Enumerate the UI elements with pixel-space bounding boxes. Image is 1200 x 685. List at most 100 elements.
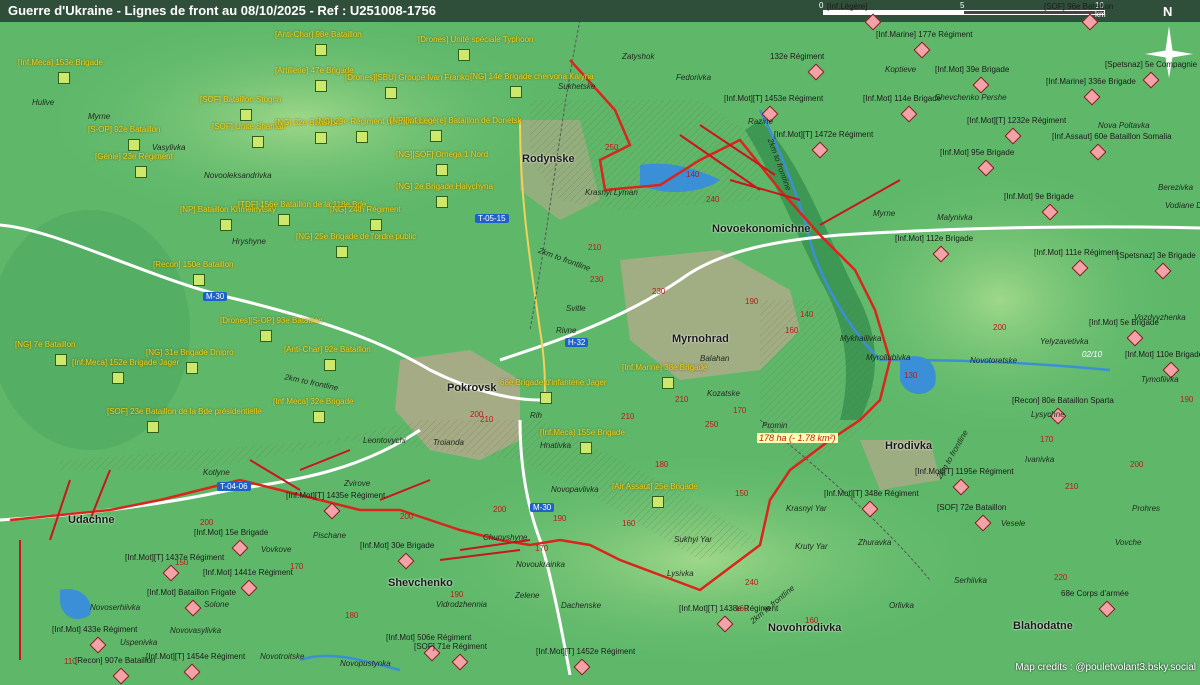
map-title: Guerre d'Ukraine - Lignes de front au 08… bbox=[8, 3, 436, 18]
town-label: Troianda bbox=[433, 438, 464, 447]
altitude-label: 140 bbox=[686, 170, 700, 179]
road-label-m30-north: M-30 bbox=[203, 292, 228, 301]
altitude-label: 180 bbox=[655, 460, 669, 469]
road-label-h32: H-32 bbox=[565, 338, 589, 347]
altitude-label: 110 bbox=[64, 657, 77, 666]
map-credits: Map credits : @pouletvolant3.bsky.social bbox=[1015, 662, 1196, 673]
ukraine-unit-label-marker[interactable] bbox=[652, 496, 664, 508]
town-label: Sukhetske bbox=[558, 82, 596, 91]
ukraine-unit-label-marker[interactable] bbox=[540, 392, 552, 404]
ukraine-unit-label-marker[interactable] bbox=[662, 377, 674, 389]
russia-unit-label: [Inf.Mot] 110e Brigade bbox=[1125, 350, 1200, 359]
town-label: Novooleksandrivka bbox=[204, 171, 272, 180]
town-label: Orlivka bbox=[889, 601, 914, 610]
town-label: Ivanivka bbox=[1025, 455, 1055, 464]
town-label: Balahan bbox=[700, 354, 730, 363]
ukraine-unit-label-marker[interactable] bbox=[370, 219, 382, 231]
city-shevchenko: Shevchenko bbox=[388, 577, 453, 589]
ukraine-unit-label-marker[interactable] bbox=[147, 421, 159, 433]
town-label: Zelene bbox=[515, 591, 540, 600]
ukraine-unit-label-marker[interactable] bbox=[315, 44, 327, 56]
town-label: Hulive bbox=[32, 98, 55, 107]
town-label: Tymofiivka bbox=[1141, 375, 1179, 384]
town-label: Novoukrainka bbox=[516, 560, 565, 569]
ukraine-unit-label-marker[interactable] bbox=[324, 359, 336, 371]
ukraine-unit-label-marker[interactable] bbox=[135, 166, 147, 178]
ukraine-unit-label-marker[interactable] bbox=[128, 139, 140, 151]
ukraine-unit-label-marker[interactable] bbox=[336, 246, 348, 258]
title-bar: Guerre d'Ukraine - Lignes de front au 08… bbox=[0, 0, 1200, 22]
ukraine-unit-label-marker[interactable] bbox=[315, 80, 327, 92]
town-label: Promin bbox=[762, 421, 788, 430]
ukraine-unit-label-marker[interactable] bbox=[58, 72, 70, 84]
altitude-label: 220 bbox=[1054, 573, 1068, 582]
ukraine-unit-label-marker[interactable] bbox=[193, 274, 205, 286]
ukraine-unit-label-marker[interactable] bbox=[458, 49, 470, 61]
ukraine-unit-label-marker[interactable] bbox=[112, 372, 124, 384]
ukraine-unit-label-marker[interactable] bbox=[260, 330, 272, 342]
altitude-label: 160 bbox=[622, 519, 636, 528]
ukraine-unit-label-marker[interactable] bbox=[313, 411, 325, 423]
russia-unit-label: [Inf.Mot] 114e Brigade bbox=[863, 94, 942, 103]
altitude-label: 170 bbox=[535, 544, 549, 553]
town-label: Vesele bbox=[1001, 519, 1026, 528]
altitude-label: 230 bbox=[652, 287, 666, 296]
ukraine-unit-label: [Inf.Meca] 152e Brigade Jager bbox=[72, 358, 180, 367]
town-label: Shevchenko Pershe bbox=[935, 93, 1007, 102]
ukraine-unit-label-marker[interactable] bbox=[315, 132, 327, 144]
city-pokrovsk: Pokrovsk bbox=[447, 382, 497, 394]
russia-unit-label: [Inf.Mot][T] 1472e Régiment bbox=[774, 130, 874, 139]
town-label: Dachenske bbox=[561, 601, 602, 610]
ukraine-unit-label: [S-OP] 92e Bataillon bbox=[88, 125, 161, 134]
road-label-m30-south: M-30 bbox=[530, 503, 555, 512]
ukraine-unit-label: [Drones] Unité spéciale Typhoon bbox=[418, 35, 534, 44]
altitude-label: 200 bbox=[493, 505, 507, 514]
altitude-label: 190 bbox=[1180, 395, 1194, 404]
altitude-label: 190 bbox=[553, 514, 567, 523]
russia-unit-label: [Inf.Mot] 506e Régiment bbox=[386, 633, 472, 642]
altitude-label: 190 bbox=[450, 590, 464, 599]
ukraine-unit-label-marker[interactable] bbox=[580, 442, 592, 454]
russia-unit-label: [Inf.Mot] 9e Brigade bbox=[1004, 192, 1074, 201]
ukraine-unit-label-marker[interactable] bbox=[436, 196, 448, 208]
town-label: Pischane bbox=[313, 531, 346, 540]
ukraine-unit-label-marker[interactable] bbox=[240, 109, 252, 121]
ukraine-unit-label: [Drones][S-OP] 93e Bataillon bbox=[220, 316, 323, 325]
ukraine-unit-label-marker[interactable] bbox=[436, 164, 448, 176]
russia-unit-label: [Inf.Mot][T] 1195e Régiment bbox=[915, 467, 1014, 476]
town-label: Serhiivka bbox=[954, 576, 987, 585]
city-rodynske: Rodynske bbox=[522, 153, 575, 165]
ukraine-unit-label-marker[interactable] bbox=[510, 86, 522, 98]
ukraine-unit-label: [NG] 25e Brigade de l'ordre public bbox=[296, 232, 417, 241]
map-canvas[interactable] bbox=[0, 0, 1200, 675]
russia-unit-label: [Inf.Mot] 111e Régiment bbox=[1034, 248, 1119, 257]
russia-unit-label: [Inf.Mot] 112e Brigade bbox=[895, 234, 974, 243]
altitude-label: 160 bbox=[735, 604, 749, 613]
russia-unit-label: [Inf.Mot] 30e Brigade bbox=[360, 541, 435, 550]
town-label: Fedorivka bbox=[676, 73, 712, 82]
ukraine-unit-label-marker[interactable] bbox=[385, 87, 397, 99]
ukraine-unit-label-marker[interactable] bbox=[278, 214, 290, 226]
town-label: Yelyzavetivka bbox=[1040, 337, 1089, 346]
ukraine-unit-label-marker[interactable] bbox=[186, 362, 198, 374]
russia-unit-label: [Inf.Mot] 433e Régiment bbox=[52, 625, 138, 634]
altitude-label: 250 bbox=[705, 420, 719, 429]
scale-label-0: 0 bbox=[819, 1, 824, 10]
ukraine-unit-label-marker[interactable] bbox=[55, 354, 67, 366]
russia-unit-label: 68e Corps d'armée bbox=[1061, 589, 1129, 598]
russia-unit-label: [Inf.Mot][T] 1435e Régiment bbox=[286, 491, 386, 500]
ukraine-unit-label-marker[interactable] bbox=[252, 136, 264, 148]
ukraine-unit-label: [NG] 24th Régiment bbox=[330, 205, 401, 214]
ukraine-unit-label-marker[interactable] bbox=[220, 219, 232, 231]
ukraine-unit-label-marker[interactable] bbox=[430, 130, 442, 142]
russia-unit-label: [Recon] 907e Bataillon bbox=[75, 656, 156, 665]
ukraine-unit-label-marker[interactable] bbox=[356, 131, 368, 143]
town-label: Hnativka bbox=[540, 441, 572, 450]
russia-unit-label: [Inf.Légère] bbox=[827, 2, 868, 11]
russia-unit-label: [Inf.Mot] 39e Brigade bbox=[935, 65, 1010, 74]
ukraine-unit-label: 68e Brigade d'infanterie Jager bbox=[500, 378, 607, 387]
altitude-label: 210 bbox=[1065, 482, 1079, 491]
altitude-label: 240 bbox=[745, 578, 759, 587]
ukraine-unit-label: [Inf.Meca] 155e Brigade bbox=[540, 428, 625, 437]
altitude-label: 200 bbox=[200, 518, 214, 527]
